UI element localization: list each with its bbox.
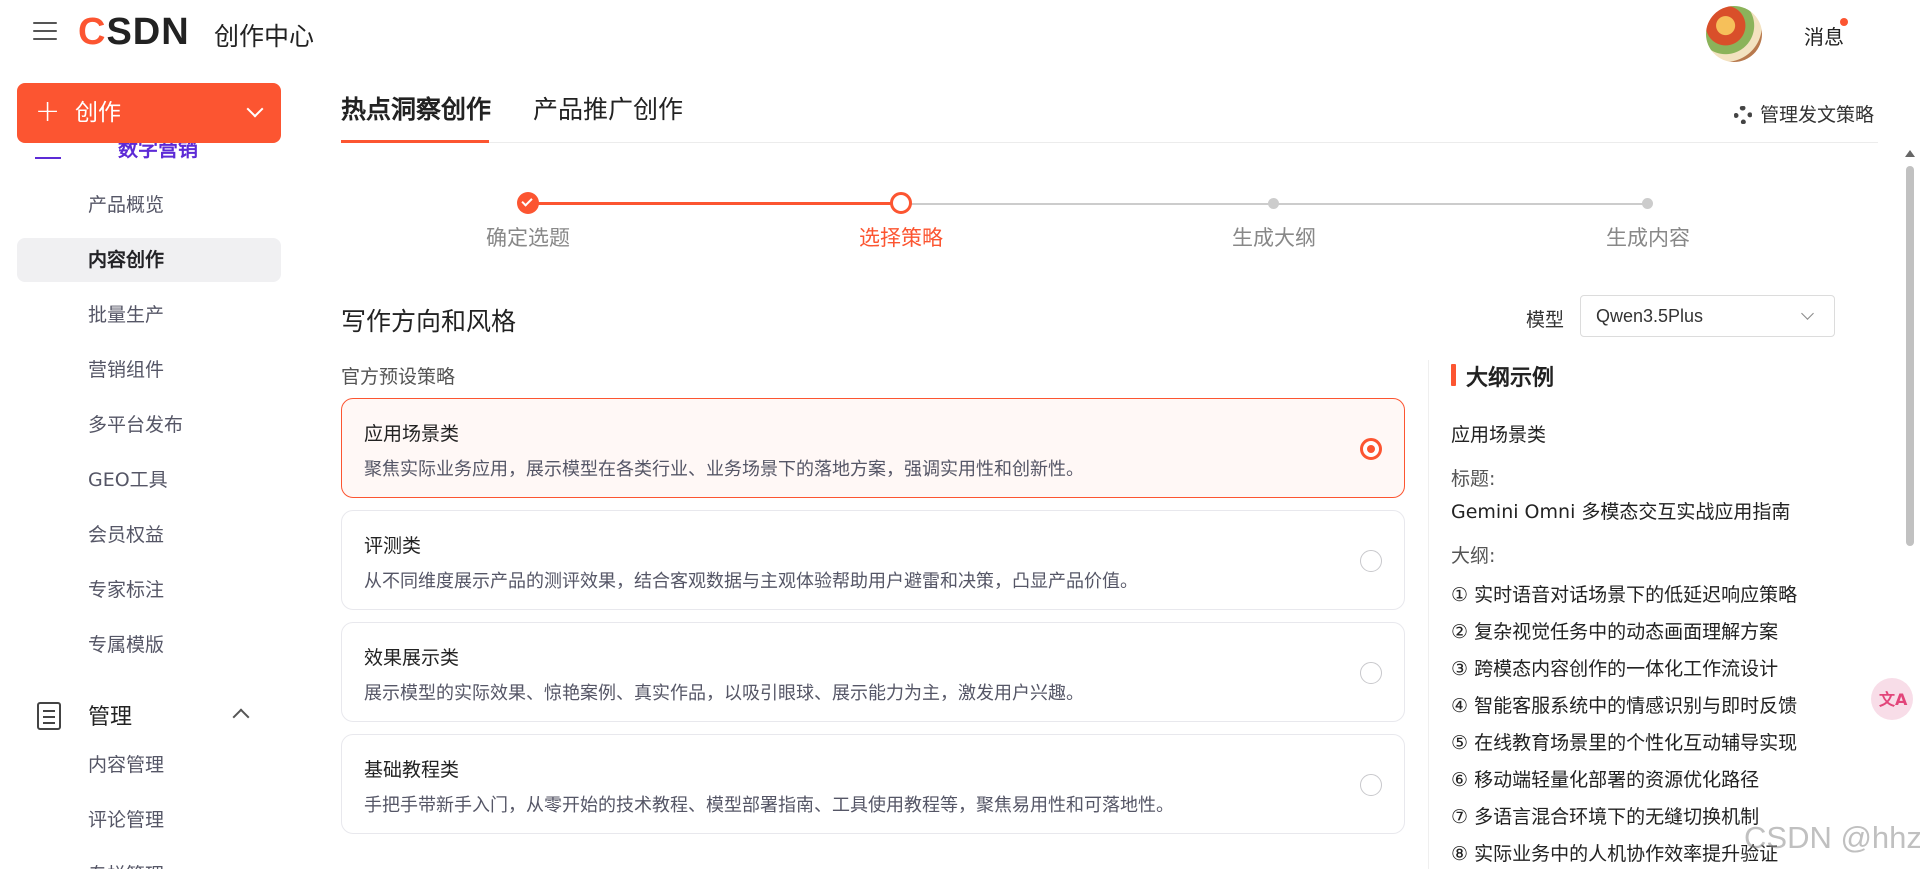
tab-hot-insight[interactable]: 热点洞察创作 [341, 92, 491, 128]
strategy-radio[interactable] [1360, 438, 1382, 460]
sidebar-subitem[interactable]: 专栏管理 [17, 853, 281, 869]
strategy-card[interactable]: 评测类从不同维度展示产品的测评效果，结合客观数据与主观体验帮助用户避雷和决策，凸… [341, 510, 1405, 610]
strategy-title: 基础教程类 [364, 759, 460, 781]
manage-strategy-button[interactable]: 管理发文策略 [1734, 100, 1874, 127]
outline-category: 应用场景类 [1451, 424, 1547, 446]
translate-icon: 文A [1879, 690, 1908, 709]
messages-link[interactable]: 消息 [1804, 21, 1844, 50]
outline-example-title: 大纲示例 [1466, 366, 1555, 391]
sidebar-item[interactable]: 产品概览 [17, 183, 281, 227]
strategy-title: 应用场景类 [364, 423, 460, 445]
scroll-up-arrow-icon[interactable] [1905, 150, 1915, 157]
step-connector [528, 202, 901, 205]
unread-dot [1840, 18, 1848, 26]
strategy-description: 手把手带新手入门，从零开始的技术教程、模型部署指南、工具使用教程等，聚焦易用性和… [364, 795, 1174, 816]
step-connector [901, 203, 1274, 205]
chevron-down-icon [246, 100, 264, 118]
strategy-description: 从不同维度展示产品的测评效果，结合客观数据与主观体验帮助用户避雷和决策，凸显产品… [364, 571, 1138, 592]
create-button[interactable]: + 创作 [17, 83, 281, 143]
sidebar-item[interactable]: 内容创作 [17, 238, 281, 282]
step-check-icon [517, 192, 539, 214]
outline-item: ① 实时语音对话场景下的低延迟响应策略 [1451, 584, 1798, 606]
chevron-down-icon [1801, 307, 1814, 320]
group-icon [35, 157, 61, 159]
strategy-description: 展示模型的实际效果、惊艳案例、真实作品，以吸引眼球、展示能力为主，激发用户兴趣。 [364, 683, 1084, 704]
plus-icon: + [35, 94, 61, 129]
outline-item: ⑤ 在线教育场景里的个性化互动辅导实现 [1451, 732, 1798, 754]
sidebar-item[interactable]: 专家标注 [17, 568, 281, 612]
sidebar-item[interactable]: 批量生产 [17, 293, 281, 337]
strategy-title: 效果展示类 [364, 647, 460, 669]
user-avatar[interactable] [1706, 6, 1762, 62]
active-tab-indicator [341, 140, 489, 143]
outline-title-value: Gemini Omni 多模态交互实战应用指南 [1451, 501, 1791, 523]
strategy-card[interactable]: 应用场景类聚焦实际业务应用，展示模型在各类行业、业务场景下的落地方案，强调实用性… [341, 398, 1405, 498]
outline-item: ③ 跨模态内容创作的一体化工作流设计 [1451, 658, 1779, 680]
sidebar-item[interactable]: 专属模版 [17, 623, 281, 667]
sidebar-subitem[interactable]: 内容管理 [17, 743, 281, 787]
sidebar-subitem[interactable]: 评论管理 [17, 798, 281, 842]
step-label: 生成大纲 [1232, 226, 1316, 250]
create-button-label: 创作 [75, 100, 121, 126]
step-pending-icon [1642, 198, 1653, 209]
watermark: CSDN @hhzz [1744, 820, 1920, 855]
scrollbar-thumb[interactable] [1906, 166, 1914, 546]
outline-item: ⑧ 实际业务中的人机协作效率提升验证 [1451, 843, 1779, 865]
gear-icon [1734, 106, 1752, 124]
step-pending-icon [1268, 198, 1279, 209]
step-label: 生成内容 [1606, 226, 1690, 250]
model-label: 模型 [1526, 309, 1565, 331]
sidebar-item[interactable]: 会员权益 [17, 513, 281, 557]
panel-divider [1428, 360, 1429, 869]
sidebar-group-label: 管理 [88, 705, 133, 730]
step-label: 确定选题 [486, 226, 570, 250]
sidebar-group-manage[interactable]: 管理 [17, 695, 281, 735]
document-icon [37, 702, 61, 730]
strategy-card[interactable]: 效果展示类展示模型的实际效果、惊艳案例、真实作品，以吸引眼球、展示能力为主，激发… [341, 622, 1405, 722]
step-current-icon [890, 192, 912, 214]
translate-button[interactable]: 文A [1871, 678, 1913, 720]
preset-strategy-label: 官方预设策略 [341, 366, 456, 388]
outline-item: ④ 智能客服系统中的情感识别与即时反馈 [1451, 695, 1798, 717]
title-accent-bar [1451, 364, 1456, 386]
sidebar-group-partial[interactable]: 数字营销 [30, 143, 210, 161]
step-label: 选择策略 [859, 226, 943, 250]
outline-item: ⑦ 多语言混合环境下的无缝切换机制 [1451, 806, 1760, 828]
top-header: CSDN 创作中心 消息 [0, 0, 1920, 64]
strategy-description: 聚焦实际业务应用，展示模型在各类行业、业务场景下的落地方案，强调实用性和创新性。 [364, 459, 1084, 480]
sidebar-item[interactable]: GEO工具 [17, 458, 281, 502]
chevron-up-icon [232, 708, 250, 726]
step-connector [1274, 203, 1648, 205]
outline-item: ② 复杂视觉任务中的动态画面理解方案 [1451, 621, 1779, 643]
strategy-title: 评测类 [364, 535, 422, 557]
sidebar-item[interactable]: 营销组件 [17, 348, 281, 392]
tabs-divider [341, 142, 1878, 143]
sidebar-item[interactable]: 多平台发布 [17, 403, 281, 447]
sidebar-group-label: 数字营销 [118, 143, 198, 161]
strategy-radio[interactable] [1360, 550, 1382, 572]
outline-item: ⑥ 移动端轻量化部署的资源优化路径 [1451, 769, 1760, 791]
strategy-card[interactable]: 基础教程类手把手带新手入门，从零开始的技术教程、模型部署指南、工具使用教程等，聚… [341, 734, 1405, 834]
outline-label: 大纲: [1451, 545, 1496, 567]
tab-product-promo[interactable]: 产品推广创作 [533, 92, 683, 128]
section-title: 写作方向和风格 [341, 307, 517, 336]
outline-title-label: 标题: [1451, 468, 1496, 490]
csdn-logo[interactable]: CSDN [78, 10, 190, 54]
model-select-value: Qwen3.5Plus [1596, 306, 1704, 326]
manage-strategy-label: 管理发文策略 [1760, 104, 1875, 126]
strategy-radio[interactable] [1360, 774, 1382, 796]
model-select[interactable]: Qwen3.5Plus [1580, 295, 1835, 337]
hamburger-menu-icon[interactable] [33, 22, 57, 40]
strategy-radio[interactable] [1360, 662, 1382, 684]
app-title: 创作中心 [214, 22, 315, 51]
